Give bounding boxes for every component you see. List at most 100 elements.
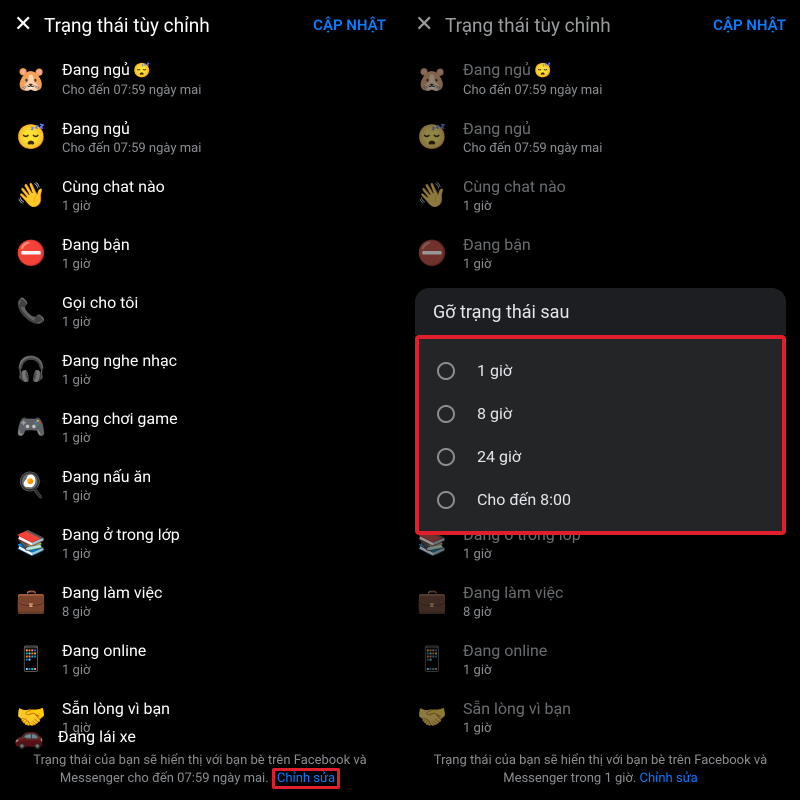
status-row[interactable]: 💼Đang làm việc8 giờ — [401, 572, 800, 630]
status-subtitle: 1 giờ — [463, 547, 786, 562]
edit-link[interactable]: Chỉnh sửa — [640, 771, 698, 786]
update-button[interactable]: CẬP NHẬT — [313, 16, 386, 34]
status-row[interactable]: 📱 Đang online 1 giờ — [0, 630, 400, 688]
status-subtitle: 1 giờ — [463, 199, 786, 214]
status-row[interactable]: ⛔ Đang bận 1 giờ — [401, 224, 800, 282]
status-row[interactable]: 📱Đang online1 giờ — [401, 630, 800, 688]
status-row[interactable]: 😴 Đang ngủ Cho đến 07:59 ngày mai — [401, 108, 800, 166]
radio-icon — [437, 362, 455, 380]
update-button[interactable]: CẬP NHẬT — [713, 16, 786, 34]
status-title: Đang ngủ — [463, 119, 786, 139]
status-subtitle: 1 giờ — [62, 431, 386, 446]
status-emoji-icon: 📱 — [14, 642, 48, 676]
duration-option[interactable]: 1 giờ — [419, 349, 782, 392]
status-row[interactable]: 👋 Cùng chat nào 1 giờ — [401, 166, 800, 224]
status-title: Gọi cho tôi — [62, 293, 386, 313]
status-title: Sẵn lòng vì bạn — [463, 699, 786, 719]
duration-option[interactable]: 8 giờ — [419, 392, 782, 435]
status-title: Đang bận — [62, 235, 386, 255]
sheet-options-highlight: 1 giờ 8 giờ 24 giờ Cho đến 8:00 — [415, 335, 786, 535]
status-title: Đang nấu ăn — [62, 467, 386, 487]
close-icon[interactable]: ✕ — [14, 14, 36, 36]
radio-icon — [437, 448, 455, 466]
option-label: 8 giờ — [477, 404, 512, 423]
status-emoji-icon: 📚 — [14, 526, 48, 560]
status-title: Đang ngủ — [62, 119, 386, 139]
status-row[interactable]: 🤝 Sẵn lòng vì bạn 1 giờ — [401, 688, 800, 746]
status-title: Đang lái xe — [58, 727, 136, 746]
clear-after-sheet: Gỡ trạng thái sau 1 giờ 8 giờ 24 giờ Cho đế… — [415, 288, 786, 535]
status-title: Đang chơi game — [62, 409, 386, 429]
status-subtitle: Cho đến 07:59 ngày mai — [62, 83, 386, 98]
status-emoji-icon: 🎧 — [14, 352, 48, 386]
status-row[interactable]: 🎮 Đang chơi game 1 giờ — [0, 398, 400, 456]
screenshot-left: ✕ Trạng thái tùy chỉnh CẬP NHẬT 🐹Đang ng… — [0, 0, 400, 800]
status-subtitle: 1 giờ — [62, 489, 386, 504]
status-emoji-icon: 👋 — [14, 178, 48, 212]
sleep-badge-icon: 😴 — [130, 63, 151, 79]
list-item-cutoff[interactable]: 🚗 Đang lái xe — [14, 722, 136, 750]
status-subtitle: Cho đến 07:59 ngày mai — [463, 141, 786, 156]
status-subtitle: 1 giờ — [62, 547, 386, 562]
option-label: 1 giờ — [477, 361, 512, 380]
footer-message: Trạng thái của bạn sẽ hiển thị với bạn b… — [434, 753, 767, 786]
status-row[interactable]: 📚 Đang ở trong lớp 1 giờ — [0, 514, 400, 572]
status-row[interactable]: ⛔ Đang bận 1 giờ — [0, 224, 400, 282]
footer-text: Trạng thái của bạn sẽ hiển thị với bạn b… — [401, 752, 800, 788]
status-emoji-icon: 🤝 — [415, 700, 449, 734]
status-row[interactable]: 😴Đang ngủCho đến 07:59 ngày mai — [0, 108, 400, 166]
header-bar: ✕ Trạng thái tùy chỉnh CẬP NHẬT — [401, 0, 800, 46]
status-emoji-icon: 💼 — [415, 584, 449, 618]
status-title: Sẵn lòng vì bạn — [62, 699, 386, 719]
status-title: Đang ở trong lớp — [62, 525, 386, 545]
status-emoji-icon: 💼 — [14, 584, 48, 618]
screenshot-right: ✕ Trạng thái tùy chỉnh CẬP NHẬT 🐹 Đang ng… — [400, 0, 800, 800]
status-emoji-icon: 🎮 — [14, 410, 48, 444]
status-subtitle: Cho đến 07:59 ngày mai — [463, 83, 786, 98]
status-emoji-icon: 📱 — [415, 642, 449, 676]
status-emoji-icon: 🍳 — [14, 468, 48, 502]
status-emoji-icon: 🚗 — [14, 722, 44, 750]
duration-option[interactable]: Cho đến 8:00 — [419, 478, 782, 521]
status-title: Cùng chat nào — [463, 177, 786, 197]
status-row[interactable]: 🎧Đang nghe nhạc1 giờ — [0, 340, 400, 398]
status-row[interactable]: 🐹Đang ngủ 😴Cho đến 07:59 ngày mai — [401, 50, 800, 108]
status-title: Đang bận — [463, 235, 786, 255]
status-emoji-icon: 🐹 — [415, 62, 449, 96]
status-emoji-icon: ⛔ — [14, 236, 48, 270]
status-row[interactable]: 💼Đang làm việc8 giờ — [0, 572, 400, 630]
sheet-title: Gỡ trạng thái sau — [415, 288, 786, 335]
sleep-badge-icon: 😴 — [531, 63, 552, 79]
status-subtitle: 8 giờ — [62, 605, 386, 620]
edit-link[interactable]: Chỉnh sửa — [272, 768, 340, 789]
footer-text: Trạng thái của bạn sẽ hiển thị với bạn b… — [0, 752, 400, 788]
status-subtitle: 1 giờ — [62, 257, 386, 272]
status-subtitle: 1 giờ — [463, 721, 786, 736]
status-title: Đang online — [463, 641, 786, 661]
status-subtitle: Cho đến 07:59 ngày mai — [62, 141, 386, 156]
status-emoji-icon: 😴 — [415, 120, 449, 154]
page-title: Trạng thái tùy chỉnh — [445, 14, 713, 37]
status-emoji-icon: 👋 — [415, 178, 449, 212]
status-subtitle: 1 giờ — [62, 199, 386, 214]
status-subtitle: 1 giờ — [62, 315, 386, 330]
status-emoji-icon: ⛔ — [415, 236, 449, 270]
close-icon[interactable]: ✕ — [415, 14, 437, 36]
status-title: Đang online — [62, 641, 386, 661]
status-row[interactable]: 🍳 Đang nấu ăn 1 giờ — [0, 456, 400, 514]
status-subtitle: 1 giờ — [62, 663, 386, 678]
status-row[interactable]: 📞 Gọi cho tôi 1 giờ — [0, 282, 400, 340]
header-bar: ✕ Trạng thái tùy chỉnh CẬP NHẬT — [0, 0, 400, 46]
status-subtitle: 1 giờ — [62, 373, 386, 388]
status-row[interactable]: 🐹Đang ngủ 😴Cho đến 07:59 ngày mai — [0, 50, 400, 108]
status-title: Đang ngủ 😴 — [62, 60, 386, 81]
status-subtitle: 1 giờ — [463, 257, 786, 272]
status-list: 🐹Đang ngủ 😴Cho đến 07:59 ngày mai😴Đang n… — [0, 46, 400, 746]
status-emoji-icon: 📞 — [14, 294, 48, 328]
option-label: 24 giờ — [477, 447, 521, 466]
status-title: Cùng chat nào — [62, 177, 386, 197]
radio-icon — [437, 491, 455, 509]
status-subtitle: 8 giờ — [463, 605, 786, 620]
duration-option[interactable]: 24 giờ — [419, 435, 782, 478]
status-row[interactable]: 👋 Cùng chat nào 1 giờ — [0, 166, 400, 224]
